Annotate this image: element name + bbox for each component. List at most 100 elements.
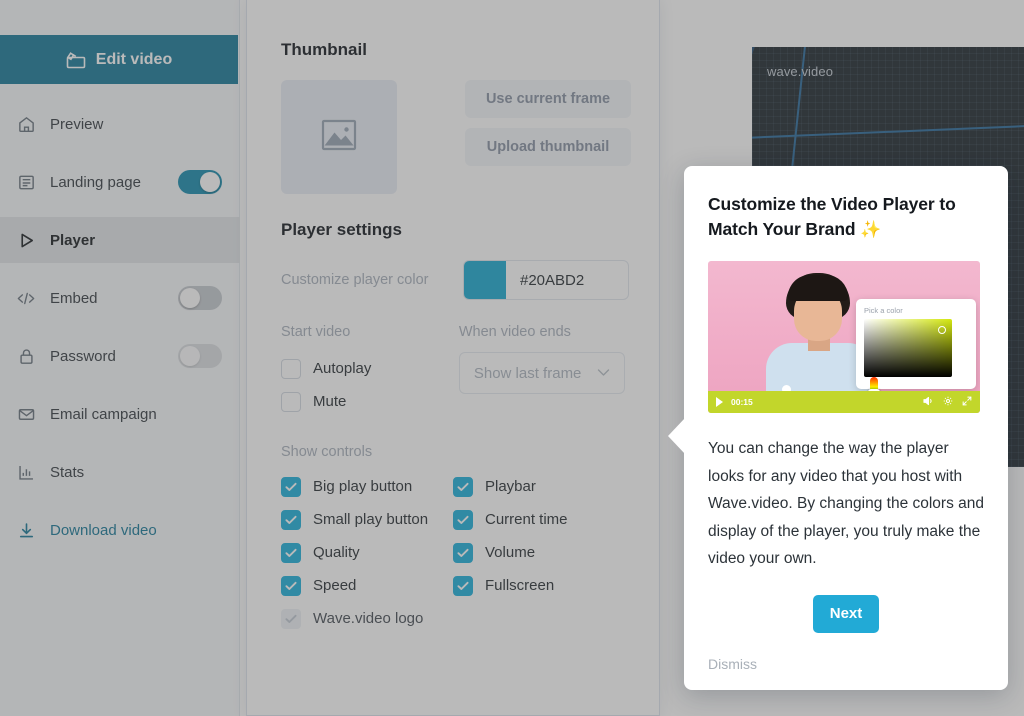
start-video-column: Start video Autoplay Mute: [281, 324, 459, 418]
saturation-value-area: [864, 319, 952, 378]
checkbox-box[interactable]: [453, 575, 473, 596]
coachmark-tooltip: Customize the Video Player to Match Your…: [668, 166, 1008, 690]
illustration-hair-front: [788, 275, 848, 302]
color-swatch[interactable]: [464, 261, 506, 299]
show-controls-grid: Big play button Small play button Qualit…: [281, 470, 625, 635]
sidebar-item-label: Embed: [50, 289, 98, 307]
checkbox-label: Small play button: [313, 511, 429, 528]
color-value-text: #20ABD2: [520, 271, 585, 289]
password-toggle[interactable]: [178, 344, 222, 368]
landing-page-toggle[interactable]: [178, 170, 222, 194]
thumbnail-actions: Use current frame Upload thumbnail: [465, 80, 631, 166]
when-video-ends-column: When video ends Show last frame: [458, 324, 625, 418]
sidebar-item-email-campaign[interactable]: Email campaign: [0, 391, 240, 437]
checkbox-autoplay[interactable]: Autoplay: [281, 352, 459, 385]
select-value: Show last frame: [473, 364, 582, 382]
sidebar: Edit video Preview Landing page Player E…: [0, 0, 240, 716]
checkbox-fullscreen[interactable]: Fullscreen: [453, 569, 625, 602]
when-video-ends-label: When video ends: [458, 324, 571, 340]
sidebar-item-preview[interactable]: Preview: [0, 101, 240, 147]
checkbox-label: Volume: [485, 544, 536, 561]
sidebar-item-stats[interactable]: Stats: [0, 449, 240, 495]
sidebar-item-label: Email campaign: [50, 405, 157, 423]
upload-thumbnail-button[interactable]: Upload thumbnail: [465, 128, 631, 166]
use-current-frame-button[interactable]: Use current frame: [465, 80, 631, 118]
sidebar-item-label: Preview: [50, 115, 104, 133]
checkbox-label: Speed: [313, 577, 357, 594]
checkbox-box[interactable]: [281, 542, 301, 563]
lock-icon: [16, 346, 36, 366]
show-controls-label: Show controls: [281, 444, 373, 460]
checkbox-big-play-button[interactable]: Big play button: [281, 470, 453, 503]
player-color-field[interactable]: #20ABD2: [463, 260, 629, 300]
home-icon: [16, 114, 36, 134]
sidebar-item-label: Landing page: [50, 173, 141, 191]
sidebar-item-landing-page[interactable]: Landing page: [0, 159, 240, 205]
sidebar-nav: Preview Landing page Player Embed Passwo…: [0, 101, 240, 565]
player-settings-panel: Thumbnail Use current frame Upload thumb…: [246, 0, 660, 716]
checkbox-playbar[interactable]: Playbar: [453, 470, 625, 503]
checkbox-box[interactable]: [453, 509, 473, 530]
checkbox-current-time[interactable]: Current time: [453, 503, 625, 536]
controls-column-right: Playbar Current time Volume Fullscreen: [453, 470, 625, 635]
toggle-knob: [200, 172, 220, 192]
article-icon: [16, 172, 36, 192]
checkbox-label: Mute: [313, 393, 347, 410]
checkbox-volume[interactable]: Volume: [453, 536, 625, 569]
bar-chart-icon: [16, 462, 36, 482]
app-root: wave.video Edit video Preview Landing pa…: [0, 0, 1024, 716]
play-icon: [716, 397, 723, 408]
coachmark-body-text: You can change the way the player looks …: [708, 440, 985, 568]
gear-icon: [943, 393, 953, 411]
checkbox-mute[interactable]: Mute: [281, 385, 459, 418]
sidebar-item-download-video[interactable]: Download video: [0, 507, 240, 553]
checkbox-box[interactable]: [281, 575, 301, 596]
player-settings-heading: Player settings: [281, 220, 402, 239]
checkbox-box[interactable]: [281, 476, 301, 497]
customize-color-row: Customize player color #20ABD2: [281, 260, 629, 300]
checkbox-box[interactable]: [453, 476, 473, 497]
checkbox-speed[interactable]: Speed: [281, 569, 453, 602]
edit-video-label: Edit video: [95, 50, 173, 68]
customize-color-label: Customize player color: [281, 272, 429, 288]
envelope-icon: [16, 404, 36, 424]
color-picker-handle: [938, 326, 946, 335]
sidebar-item-player[interactable]: Player: [0, 217, 240, 263]
clapperboard-icon: [66, 51, 86, 69]
edit-video-button[interactable]: Edit video: [0, 35, 238, 84]
toggle-knob: [180, 346, 200, 366]
checkbox-quality[interactable]: Quality: [281, 536, 453, 569]
color-picker-popover: Pick a color: [856, 299, 976, 414]
next-button[interactable]: Next: [813, 594, 879, 633]
download-icon: [16, 520, 36, 540]
coachmark-title-text: Customize the Video Player to Match Your…: [708, 194, 956, 240]
sidebar-item-password[interactable]: Password: [0, 333, 240, 379]
checkbox-label: Autoplay: [313, 360, 372, 377]
current-time-label: 00:15: [731, 397, 753, 408]
sidebar-item-label: Stats: [50, 463, 85, 481]
coachmark-media-preview: Pick a color 00:15: [708, 261, 980, 414]
checkbox-label: Wave.video logo: [313, 610, 424, 627]
when-video-ends-select[interactable]: Show last frame: [458, 352, 625, 394]
toggle-knob: [180, 288, 200, 308]
checkbox-small-play-button[interactable]: Small play button: [281, 503, 453, 536]
preview-playbar: 00:15: [708, 391, 980, 414]
checkbox-box[interactable]: [281, 509, 301, 530]
checkbox-label: Fullscreen: [485, 577, 555, 594]
checkbox-box[interactable]: [453, 542, 473, 563]
coachmark-arrow: [668, 418, 685, 454]
checkbox-box[interactable]: [281, 358, 301, 379]
controls-column-left: Big play button Small play button Qualit…: [281, 470, 453, 635]
checkbox-label: Current time: [485, 511, 568, 528]
embed-toggle[interactable]: [178, 286, 222, 310]
start-video-label: Start video: [281, 324, 351, 340]
checkbox-label: Playbar: [485, 478, 536, 495]
start-and-end-row: Start video Autoplay Mute When video end…: [281, 324, 625, 418]
checkbox-box[interactable]: [281, 391, 301, 412]
thumbnail-heading: Thumbnail: [281, 40, 367, 59]
volume-icon: [923, 393, 934, 411]
dismiss-link[interactable]: Dismiss: [708, 656, 757, 672]
thumbnail-placeholder[interactable]: [281, 80, 397, 194]
sidebar-item-label: Password: [50, 347, 116, 365]
sidebar-item-embed[interactable]: Embed: [0, 275, 240, 321]
